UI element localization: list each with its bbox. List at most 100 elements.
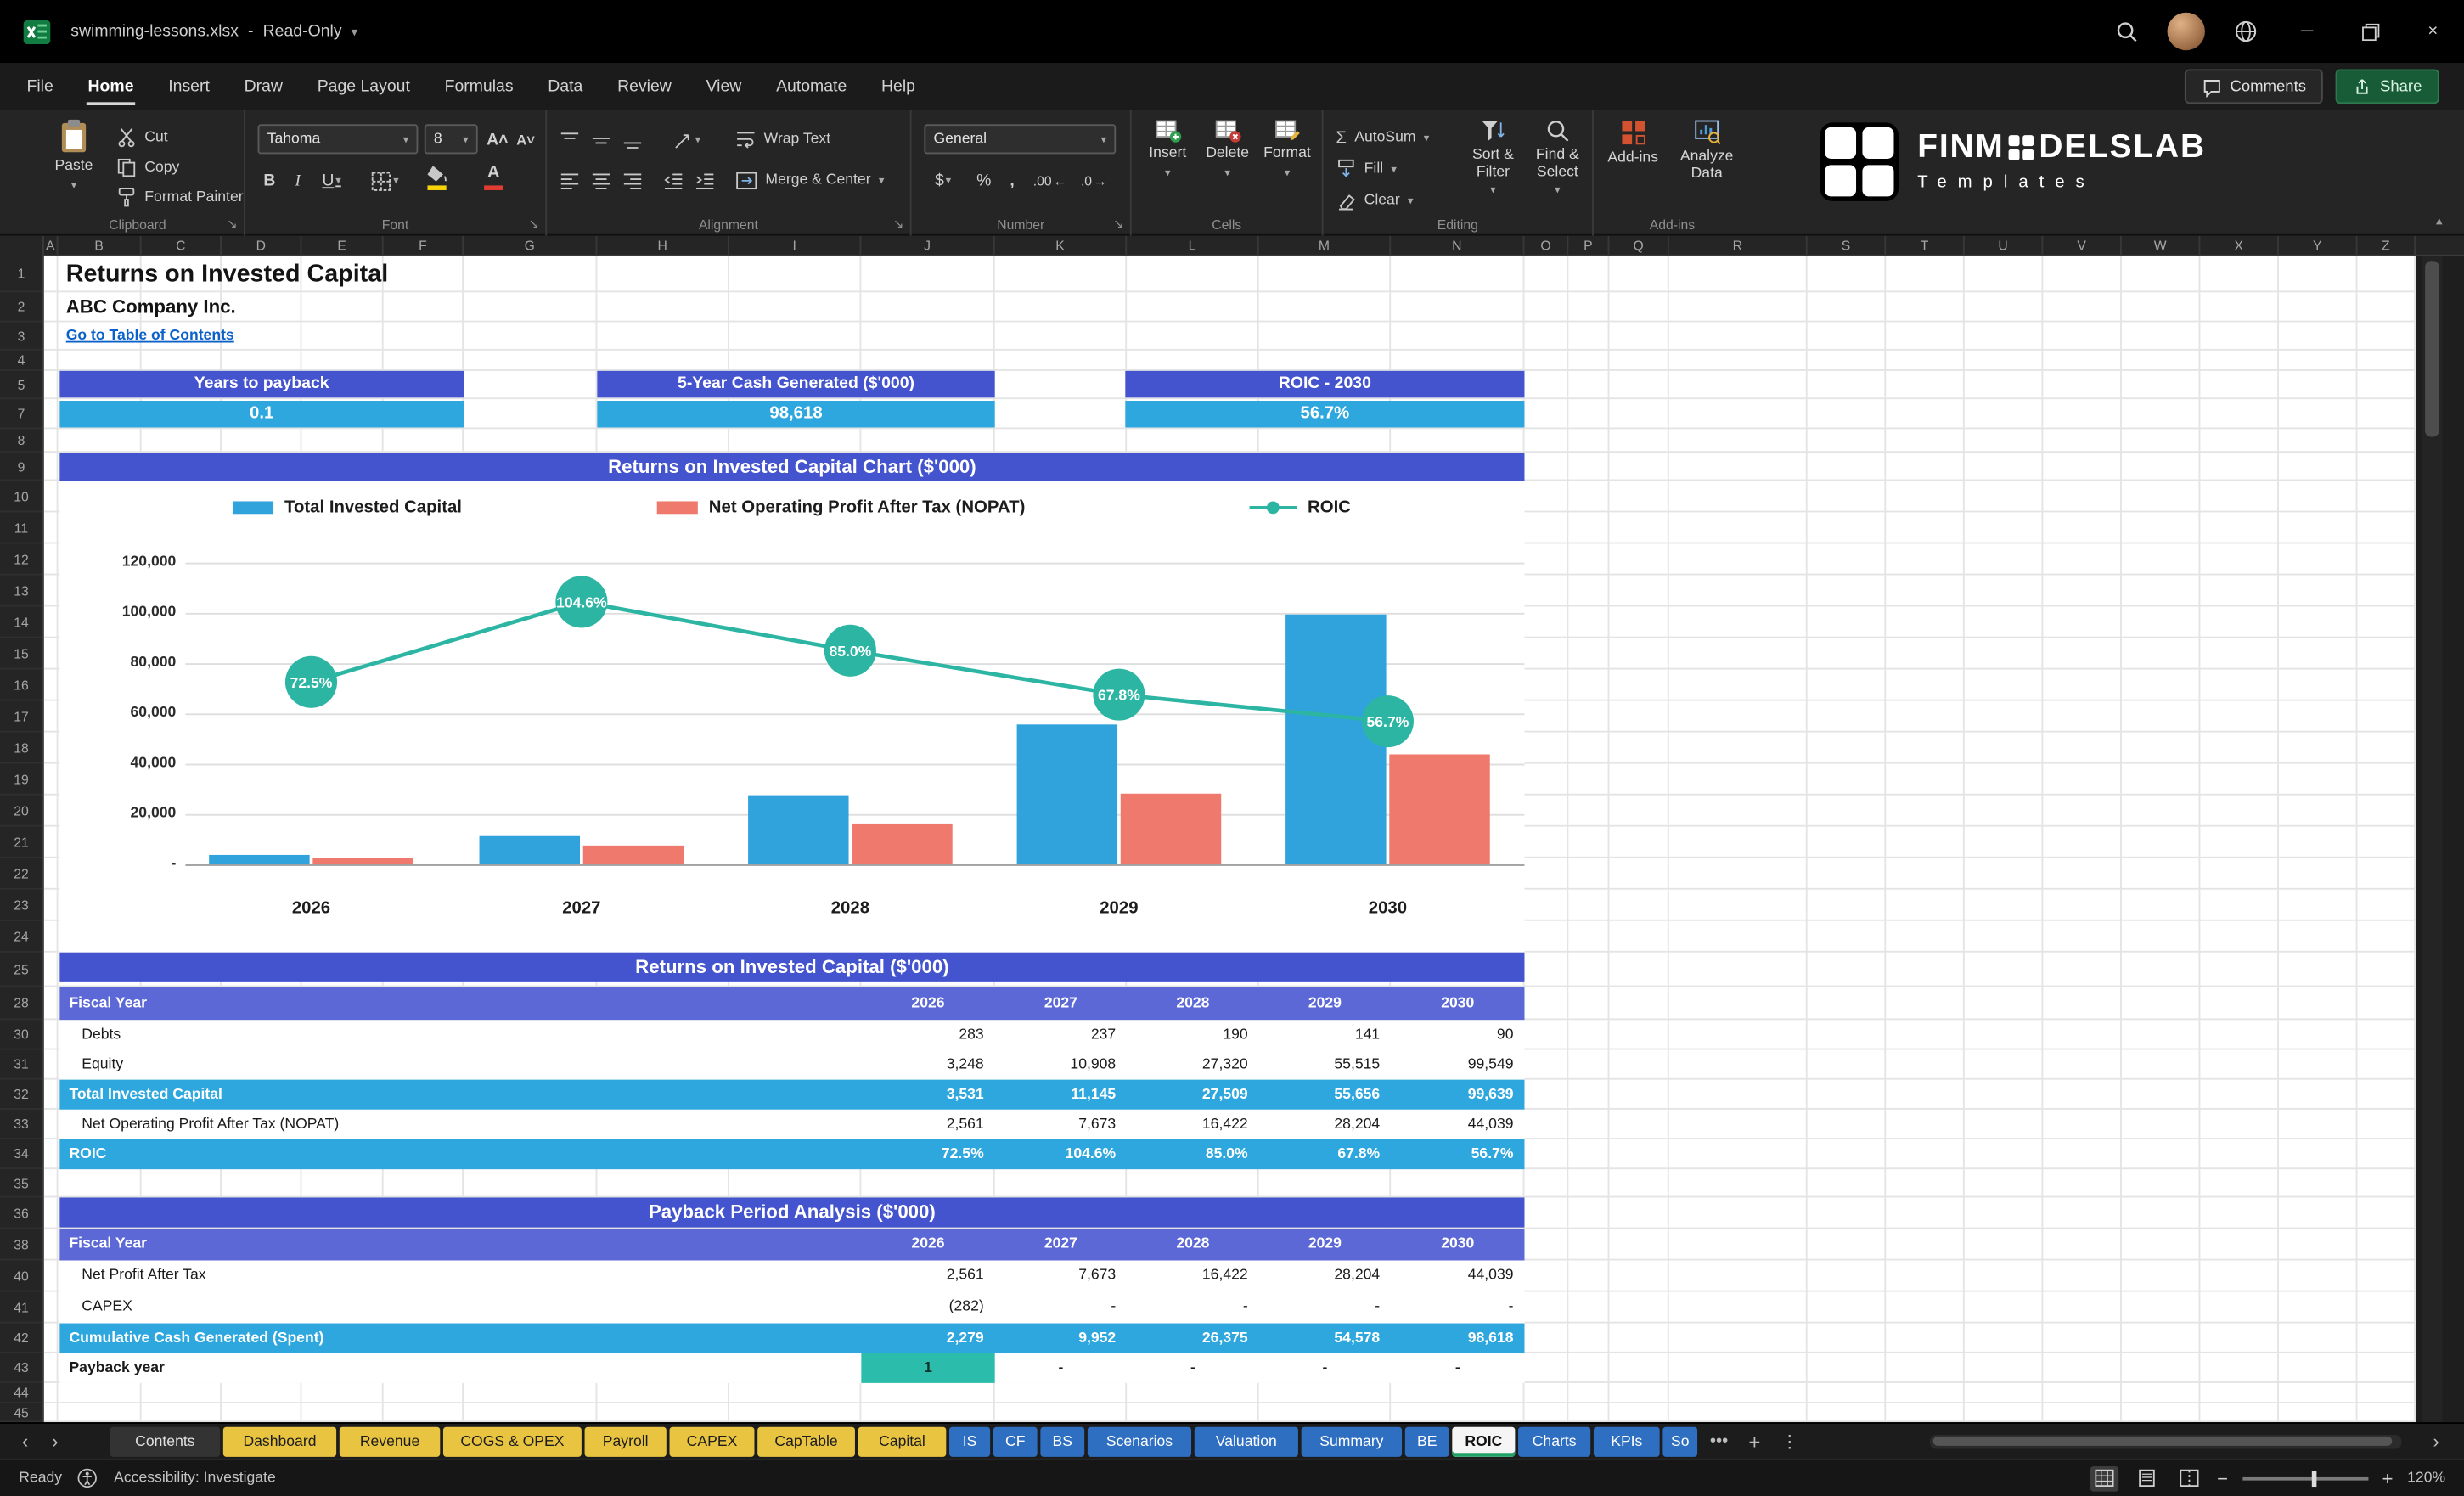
roic-table-year-2030[interactable]: 2030 xyxy=(1391,987,1524,1020)
row-label-net-operating-profit-after-tax-nopat[interactable]: Net Operating Profit After Tax (NOPAT) xyxy=(59,1110,861,1139)
row-header-25[interactable]: 25 xyxy=(0,953,42,987)
delete-cells-button[interactable]: Delete ▾ xyxy=(1201,118,1254,183)
row-header-21[interactable]: 21 xyxy=(0,827,42,858)
align-left-button[interactable] xyxy=(560,165,580,196)
presence-globe-button[interactable] xyxy=(2216,0,2276,63)
sheet-tab-scenarios[interactable]: Scenarios xyxy=(1088,1426,1191,1456)
sheet-tab-captable[interactable]: CapTable xyxy=(757,1426,855,1456)
title-chevron-down-icon[interactable]: ▾ xyxy=(352,25,357,39)
cell-payback-year-2026[interactable]: 1 xyxy=(861,1353,994,1383)
close-button[interactable]: × xyxy=(2401,0,2464,63)
user-avatar[interactable] xyxy=(2168,13,2205,50)
column-header-g[interactable]: G xyxy=(464,236,597,256)
font-name-select[interactable]: Tahoma ▾ xyxy=(258,124,419,154)
cell-total-invested-capital-2029[interactable]: 55,656 xyxy=(1259,1080,1391,1110)
font-size-select[interactable]: 8 ▾ xyxy=(425,124,478,154)
column-header-y[interactable]: Y xyxy=(2279,236,2358,256)
cell-net-profit-after-tax-2027[interactable]: 7,673 xyxy=(995,1261,1127,1292)
bold-button[interactable]: B xyxy=(258,165,282,196)
column-header-r[interactable]: R xyxy=(1669,236,1808,256)
sheet-tab-is[interactable]: IS xyxy=(949,1426,990,1456)
cell-total-invested-capital-2028[interactable]: 27,509 xyxy=(1127,1080,1258,1110)
ribbon-tab-view[interactable]: View xyxy=(689,63,759,110)
cell-net-profit-after-tax-2029[interactable]: 28,204 xyxy=(1259,1261,1391,1292)
find-select-button[interactable]: Find & Select ▾ xyxy=(1527,118,1587,200)
cell-cumulative-cash-generated-spent-2027[interactable]: 9,952 xyxy=(995,1324,1127,1353)
column-header-a[interactable]: A xyxy=(44,236,59,256)
font-dialog-launcher[interactable]: ↘ xyxy=(528,217,538,231)
column-header-f[interactable]: F xyxy=(384,236,464,256)
row-label-debts[interactable]: Debts xyxy=(59,1020,861,1049)
row-header-43[interactable]: 43 xyxy=(0,1353,42,1383)
restore-button[interactable] xyxy=(2338,0,2401,63)
row-header-15[interactable]: 15 xyxy=(0,638,42,670)
column-header-u[interactable]: U xyxy=(1965,236,2044,256)
ribbon-tab-insert[interactable]: Insert xyxy=(151,63,227,110)
row-header-7[interactable]: 7 xyxy=(0,399,42,429)
sheet-tab-revenue[interactable]: Revenue xyxy=(340,1426,440,1456)
row-label-cumulative-cash-generated-spent[interactable]: Cumulative Cash Generated (Spent) xyxy=(59,1324,861,1353)
column-header-o[interactable]: O xyxy=(1524,236,1568,256)
vertical-scrollbar-thumb[interactable] xyxy=(2425,261,2439,436)
sheet-tab-capital[interactable]: Capital xyxy=(858,1426,947,1456)
percent-style-button[interactable]: % xyxy=(971,165,997,196)
cell-roic-2027[interactable]: 104.6% xyxy=(995,1139,1127,1169)
row-header-40[interactable]: 40 xyxy=(0,1261,42,1292)
row-header-8[interactable]: 8 xyxy=(0,429,42,453)
fill-button[interactable]: Fill ▾ xyxy=(1336,154,1397,183)
document-title[interactable]: swimming-lessons.xlsx - Read-Only ▾ xyxy=(70,22,357,41)
cell-payback-year-2027[interactable]: - xyxy=(995,1353,1127,1383)
addins-button[interactable]: Add-ins xyxy=(1600,118,1666,167)
row-header-38[interactable]: 38 xyxy=(0,1229,42,1260)
ribbon-tab-draw[interactable]: Draw xyxy=(227,63,300,110)
row-header-31[interactable]: 31 xyxy=(0,1049,42,1079)
cell-equity-2029[interactable]: 55,515 xyxy=(1259,1049,1391,1079)
row-header-30[interactable]: 30 xyxy=(0,1020,42,1049)
sheet-tab-cogs-opex[interactable]: COGS & OPEX xyxy=(443,1426,582,1456)
share-button[interactable]: Share xyxy=(2336,69,2439,104)
cell-net-profit-after-tax-2030[interactable]: 44,039 xyxy=(1391,1261,1524,1292)
cell-total-invested-capital-2026[interactable]: 3,531 xyxy=(861,1080,994,1110)
decrease-font-button[interactable]: A˅ xyxy=(512,124,538,155)
sheet-tab-cf[interactable]: CF xyxy=(993,1426,1038,1456)
column-header-p[interactable]: P xyxy=(1568,236,1609,256)
payback-table-fiscal-year-label[interactable]: Fiscal Year xyxy=(59,1229,861,1260)
legend-net-operating-profit-after-tax-nopat[interactable]: Net Operating Profit After Tax (NOPAT) xyxy=(657,497,1026,519)
sheet-tabs-overflow-button[interactable]: ••• xyxy=(1702,1431,1736,1450)
row-header-36[interactable]: 36 xyxy=(0,1197,42,1229)
row-label-roic[interactable]: ROIC xyxy=(59,1139,861,1169)
clear-button[interactable]: Clear ▾ xyxy=(1336,185,1413,215)
row-header-34[interactable]: 34 xyxy=(0,1139,42,1169)
sheet-menu-button[interactable]: ⋮ xyxy=(1773,1431,1806,1451)
legend-roic[interactable]: ROIC xyxy=(1250,497,1351,519)
kpi-value-years-to-payback[interactable]: 0.1 xyxy=(59,401,464,427)
zoom-in-button[interactable]: + xyxy=(2382,1467,2394,1489)
sheet-tab-contents[interactable]: Contents xyxy=(110,1426,221,1456)
alignment-dialog-launcher[interactable]: ↘ xyxy=(893,217,903,231)
payback-table-year-2029[interactable]: 2029 xyxy=(1259,1229,1391,1260)
number-format-select[interactable]: General ▾ xyxy=(924,124,1116,154)
payback-table-year-2028[interactable]: 2028 xyxy=(1127,1229,1258,1260)
cell-equity-2026[interactable]: 3,248 xyxy=(861,1049,994,1079)
cell-cumulative-cash-generated-spent-2026[interactable]: 2,279 xyxy=(861,1324,994,1353)
row-header-14[interactable]: 14 xyxy=(0,606,42,638)
normal-view-button[interactable] xyxy=(2090,1465,2118,1491)
cell-roic-2026[interactable]: 72.5% xyxy=(861,1139,994,1169)
ribbon-tab-help[interactable]: Help xyxy=(864,63,933,110)
increase-decimal-button[interactable]: .00 ← xyxy=(1031,165,1068,196)
sheet-tab-capex[interactable]: CAPEX xyxy=(670,1426,755,1456)
align-right-button[interactable] xyxy=(622,165,643,196)
column-header-b[interactable]: B xyxy=(58,236,141,256)
page-layout-view-button[interactable] xyxy=(2132,1465,2160,1491)
row-header-28[interactable]: 28 xyxy=(0,987,42,1020)
cell-equity-2030[interactable]: 99,549 xyxy=(1391,1049,1524,1079)
row-header-12[interactable]: 12 xyxy=(0,543,42,575)
row-header-2[interactable]: 2 xyxy=(0,292,42,322)
ribbon-tab-automate[interactable]: Automate xyxy=(759,63,864,110)
row-header-4[interactable]: 4 xyxy=(0,351,42,371)
roic-table-fiscal-year-label[interactable]: Fiscal Year xyxy=(59,987,861,1020)
vertical-scrollbar[interactable] xyxy=(2422,256,2442,1422)
row-header-3[interactable]: 3 xyxy=(0,322,42,350)
underline-button[interactable]: U▾ xyxy=(314,165,349,196)
minimize-button[interactable]: ─ xyxy=(2276,0,2338,63)
